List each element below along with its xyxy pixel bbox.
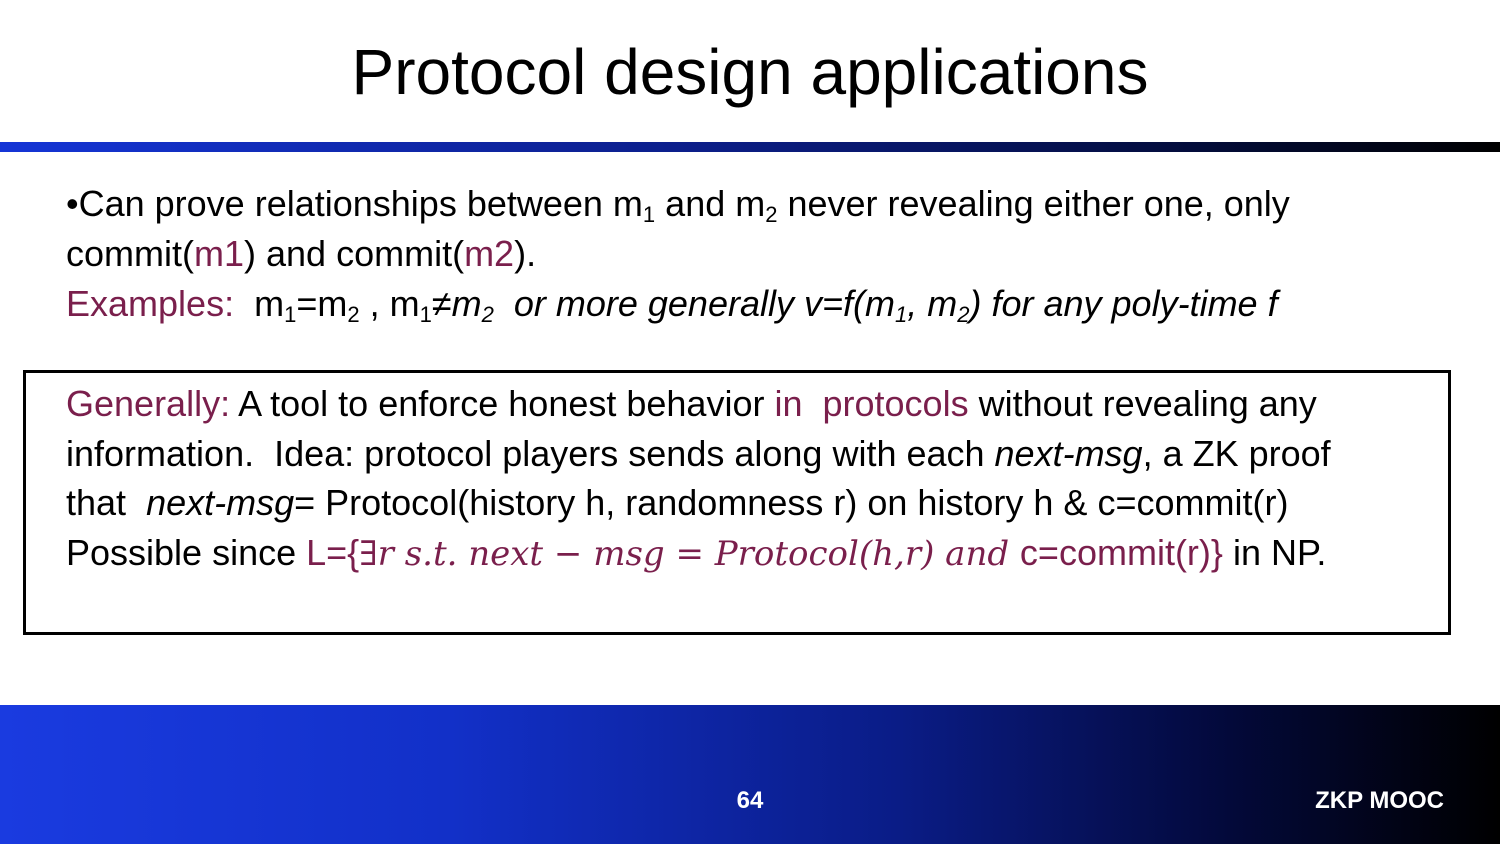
generally-label: Generally:	[66, 383, 231, 424]
commit-condition: c=commit(r)}	[1019, 532, 1223, 573]
footer-bar	[0, 705, 1500, 844]
box-line-2: information. Idea: protocol players send…	[66, 433, 1331, 474]
bullet-line-2: commit(m1) and commit(m2).	[66, 233, 537, 274]
m2-highlight: m2	[464, 233, 515, 274]
language-formula: ∃r s.t. next − msg = Protocol(h,r) and	[359, 534, 1020, 574]
box-line-3: that next-msg= Protocol(history h, rando…	[66, 482, 1289, 523]
box-line-1: Generally: A tool to enforce honest beha…	[66, 383, 1317, 424]
slide-title: Protocol design applications	[351, 36, 1149, 108]
title-divider	[0, 142, 1500, 152]
examples-line: Examples: m1=m2 , m1≠m2 or more generall…	[66, 283, 1278, 327]
bullet-line-1: •Can prove relationships between m1 and …	[66, 183, 1290, 227]
examples-label: Examples:	[66, 283, 235, 324]
bullet-marker: •	[66, 183, 79, 224]
language-definition: L={	[306, 532, 360, 573]
m1-highlight: m1	[194, 233, 245, 274]
protocols-highlight: in protocols	[774, 383, 969, 424]
page-number: 64	[736, 787, 764, 814]
box-line-4: Possible since L={∃r s.t. next − msg = P…	[66, 532, 1327, 574]
course-brand: ZKP MOOC	[1315, 787, 1444, 814]
